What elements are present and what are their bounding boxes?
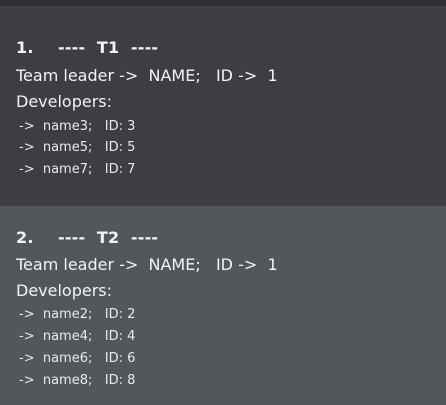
team-title: ---- T2 ----	[58, 228, 159, 247]
developer-item: -> name8; ID: 8	[19, 373, 136, 388]
developers-label: Developers:	[16, 281, 113, 300]
team-number: 2.	[16, 228, 34, 247]
developer-item: -> name4; ID: 4	[19, 329, 136, 344]
team-number: 1.	[16, 38, 34, 57]
developer-item: -> name6; ID: 6	[19, 351, 136, 366]
developers-label: Developers:	[16, 92, 113, 111]
team-leader-line: Team leader -> NAME; ID -> 1	[16, 66, 278, 85]
team-title: ---- T1 ----	[58, 38, 159, 57]
developer-item: -> name2; ID: 2	[19, 307, 136, 322]
developer-item: -> name3; ID: 3	[19, 119, 136, 134]
team-leader-line: Team leader -> NAME; ID -> 1	[16, 255, 278, 274]
team-block-2: 2. ---- T2 ---- Team leader -> NAME; ID …	[0, 206, 446, 405]
developer-item: -> name5; ID: 5	[19, 140, 136, 155]
team-block-1: 1. ---- T1 ---- Team leader -> NAME; ID …	[0, 6, 446, 206]
developer-item: -> name7; ID: 7	[19, 162, 136, 177]
